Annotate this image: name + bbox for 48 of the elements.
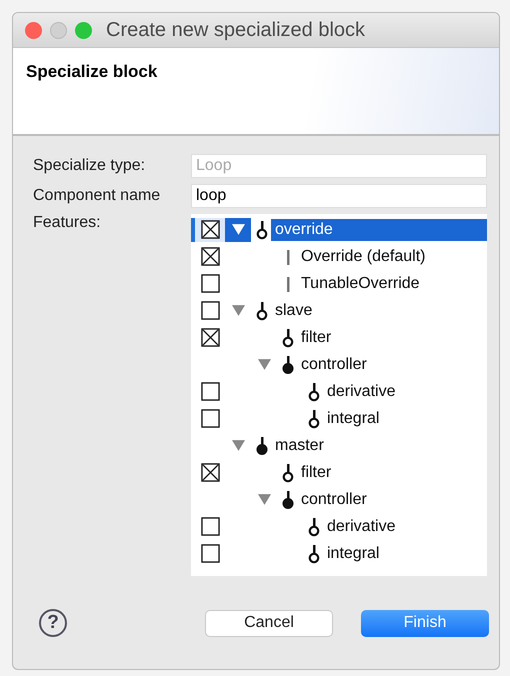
text-field[interactable]: loop xyxy=(191,184,487,208)
tree-item[interactable]: derivative xyxy=(323,516,400,538)
hollow-node-icon xyxy=(281,462,295,482)
checkbox[interactable] xyxy=(200,382,220,401)
tree-item[interactable]: derivative xyxy=(323,380,400,402)
checkbox[interactable] xyxy=(200,301,220,320)
checkbox[interactable] xyxy=(200,517,220,536)
window-title: Create new specialized block xyxy=(106,18,366,42)
checkbox[interactable] xyxy=(200,409,220,428)
tree-item[interactable]: TunableOverride xyxy=(297,272,424,294)
checkbox[interactable] xyxy=(200,328,220,347)
tree-item[interactable]: integral xyxy=(323,542,384,564)
tree-item[interactable]: override xyxy=(271,218,487,240)
hollow-node-icon xyxy=(255,220,269,240)
checkbox[interactable] xyxy=(200,463,220,482)
checkbox[interactable] xyxy=(200,247,220,266)
field-label: Features: xyxy=(33,214,102,232)
tree-item[interactable]: controller xyxy=(297,354,371,376)
hollow-node-icon xyxy=(307,408,321,428)
hollow-node-icon xyxy=(281,328,295,348)
tree-item[interactable]: Override (default) xyxy=(297,246,430,268)
filled-node-icon xyxy=(281,490,295,510)
checkbox[interactable] xyxy=(200,274,220,293)
filled-node-icon xyxy=(255,436,269,456)
cancel-button[interactable]: Cancel xyxy=(205,610,333,636)
field-label: Component name xyxy=(33,187,162,205)
tree-item[interactable]: integral xyxy=(323,408,384,430)
field-label: Specialize type: xyxy=(33,157,146,175)
hollow-node-icon xyxy=(307,516,321,536)
tree-item[interactable]: filter xyxy=(297,326,336,348)
expanded-triangle-icon[interactable] xyxy=(258,493,270,506)
hollow-node-icon xyxy=(255,300,269,320)
filled-node-icon xyxy=(281,354,295,374)
hollow-node-icon xyxy=(307,382,321,402)
tree-item[interactable]: controller xyxy=(297,488,371,510)
tree-item[interactable]: slave xyxy=(271,300,316,322)
expanded-triangle-icon[interactable] xyxy=(232,304,244,317)
expanded-triangle-icon[interactable] xyxy=(258,358,270,371)
page-title: Specialize block xyxy=(26,62,158,81)
tree-item[interactable]: filter xyxy=(297,462,336,484)
tree-item[interactable]: master xyxy=(271,434,328,456)
help-button[interactable]: ? xyxy=(39,609,67,637)
checkbox[interactable] xyxy=(200,544,220,563)
text-field[interactable]: Loop xyxy=(191,154,487,178)
checkbox[interactable] xyxy=(200,220,220,239)
expanded-triangle-icon[interactable] xyxy=(232,439,244,452)
hollow-node-icon xyxy=(307,544,321,564)
expanded-triangle-icon[interactable] xyxy=(232,223,244,236)
